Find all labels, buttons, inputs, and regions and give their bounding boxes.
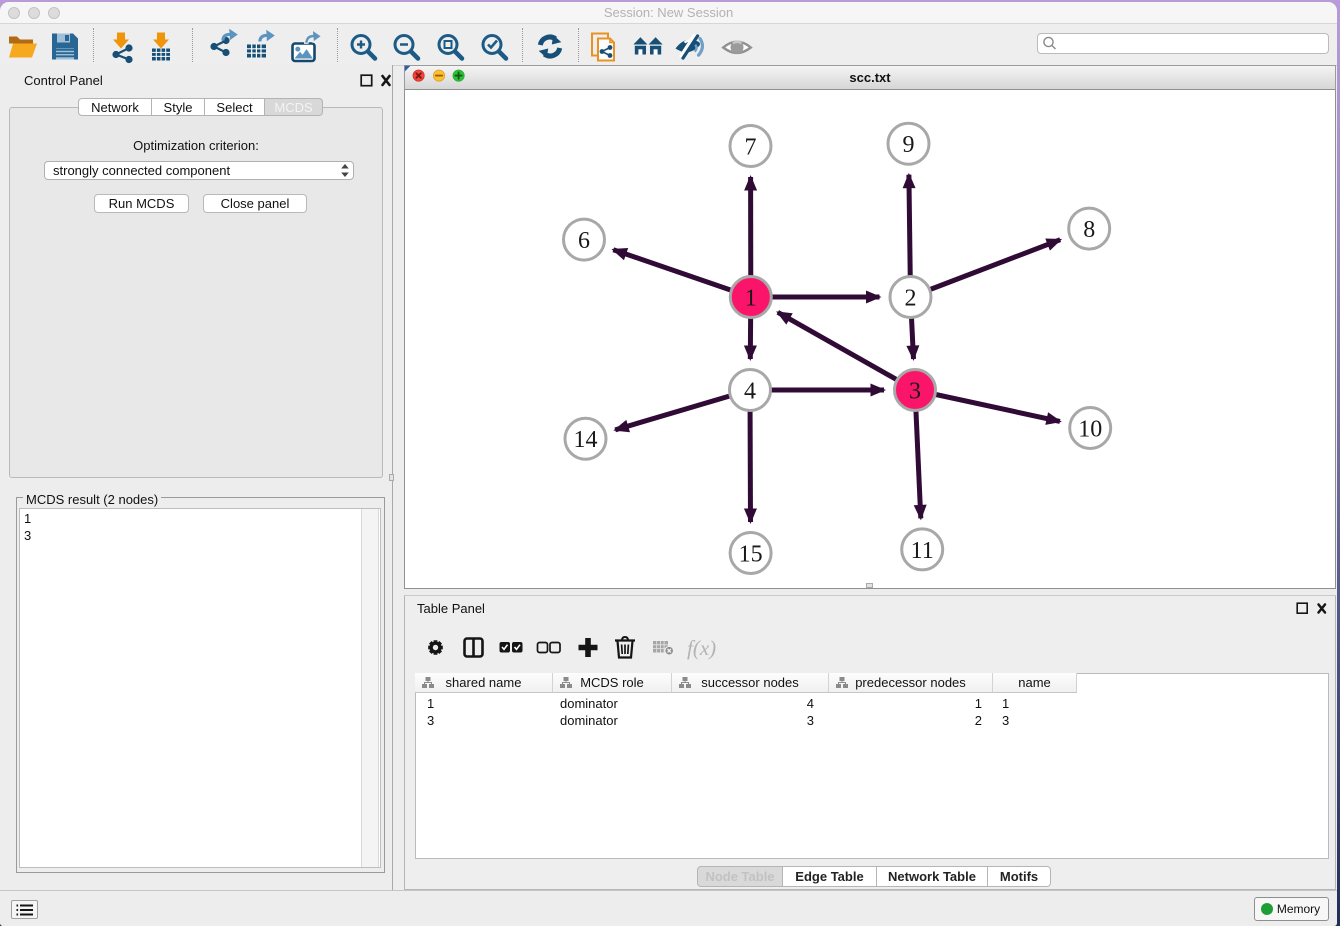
svg-text:14: 14 (574, 427, 598, 453)
svg-text:4: 4 (744, 379, 756, 405)
svg-text:11: 11 (911, 538, 934, 564)
svg-text:7: 7 (745, 135, 757, 161)
svg-text:3: 3 (909, 379, 921, 405)
svg-text:6: 6 (578, 228, 590, 254)
svg-text:15: 15 (739, 542, 763, 568)
svg-text:9: 9 (903, 132, 915, 158)
svg-text:1: 1 (745, 286, 757, 312)
svg-text:8: 8 (1083, 217, 1095, 243)
svg-text:10: 10 (1078, 417, 1102, 443)
svg-text:2: 2 (905, 286, 917, 312)
svg-text:f(x): f(x) (687, 636, 716, 660)
